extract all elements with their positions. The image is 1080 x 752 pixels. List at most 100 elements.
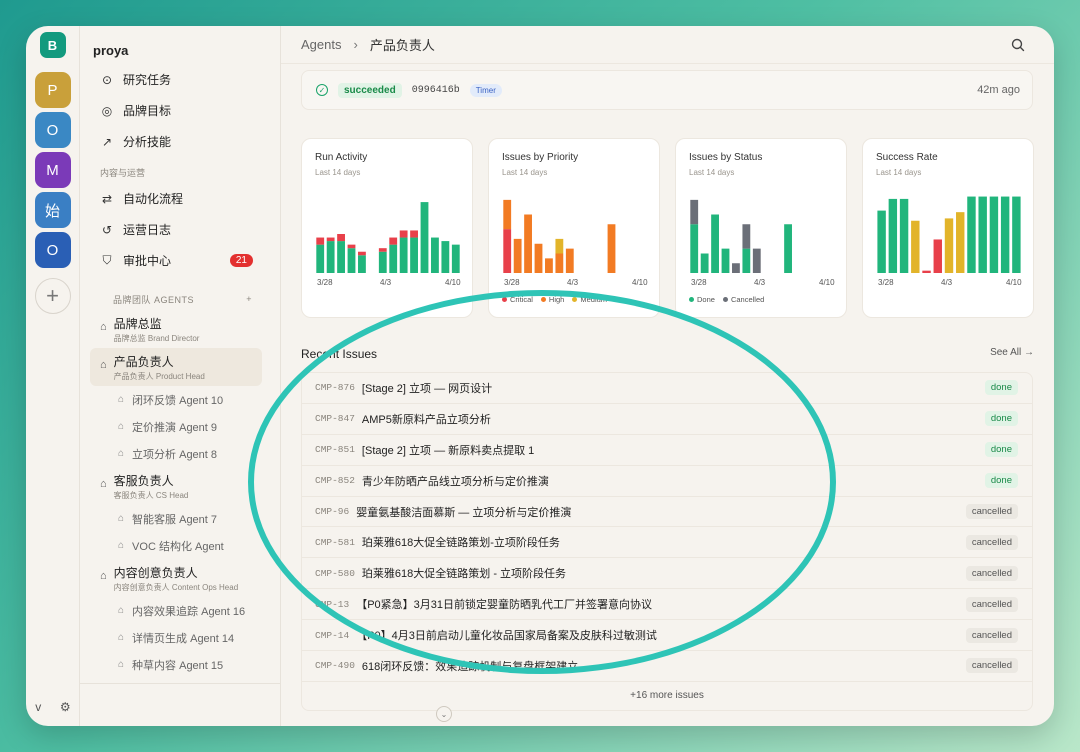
workspace-avatar[interactable]: 始 — [34, 192, 71, 228]
robot-icon: ⌂ — [118, 659, 125, 670]
issue-row[interactable]: CMP-851 [Stage 2] 立项 — 新原料卖点提取 1 done — [302, 435, 1032, 466]
chart-bar — [337, 241, 345, 273]
issue-row[interactable]: CMP-490 618闭环反馈：效果追踪机制与复盘框架建立 cancelled — [302, 651, 1032, 682]
issue-row[interactable]: CMP-847 AMP5新原料产品立项分析 done — [302, 404, 1032, 435]
issue-title: 618闭环反馈：效果追踪机制与复盘框架建立 — [361, 660, 579, 673]
issue-row[interactable]: CMP-876 [Stage 2] 立项 — 网页设计 done — [302, 373, 1032, 404]
check-circle-icon: ✓ — [316, 84, 328, 96]
agent-item[interactable]: ⌂ 客服负责人 客服负责人 CS Head — [80, 467, 280, 505]
workspace-avatar[interactable]: O — [34, 112, 71, 148]
sidebar: proya ⊙ 研究任务 ◎ 品牌目标 ↗ 分析技能 内容与运营 ⇄ 自动化流程 ↺ 运营日志 ⛉… — [80, 26, 281, 726]
recent-issues-title: Recent Issues — [301, 347, 378, 361]
agent-item[interactable]: ⌂ 产品负责人 产品负责人 Product Head — [90, 348, 262, 386]
sub-agent-item[interactable]: ⌂ 智能客服 Agent 7 — [80, 505, 280, 532]
sidebar-item[interactable]: ↗ 分析技能 — [80, 126, 280, 157]
sub-agent-item[interactable]: ⌂ 内容效果追踪 Agent 16 — [80, 597, 280, 624]
chart-bar — [326, 237, 335, 242]
workspace-avatar[interactable]: M — [34, 152, 71, 188]
sidebar-item[interactable]: ↺ 运营日志 — [80, 214, 280, 245]
run-time: 42m ago — [977, 84, 1020, 96]
workspace-switcher[interactable]: B — [39, 32, 66, 58]
sidebar-item-label: 审批中心 — [123, 254, 172, 268]
legend-item: High — [540, 295, 564, 304]
sidebar-item[interactable]: ⊙ 研究任务 — [80, 64, 280, 95]
sub-agent-label: 立项分析 Agent 8 — [132, 448, 218, 461]
chart-bar — [967, 196, 976, 273]
agent-item[interactable]: ⌂ 品牌总监 品牌总监 Brand Director — [80, 310, 280, 348]
issue-row[interactable]: CMP-852 青少年防晒产品线立项分析与定价推演 done — [302, 466, 1032, 497]
issue-id: CMP-581 — [315, 536, 355, 548]
chart-bar — [555, 238, 564, 254]
nav-icon: ↗ — [101, 134, 113, 149]
more-issues-link[interactable]: +16 more issues — [302, 682, 1032, 710]
add-agent-button[interactable]: + — [246, 294, 252, 304]
run-status-badge: succeeded — [338, 82, 402, 98]
breadcrumb-agents[interactable]: Agents — [301, 37, 341, 52]
robot-icon: ⌂ — [100, 359, 107, 371]
sidebar-item[interactable]: ⛉ 审批中心 21 — [80, 245, 280, 276]
chart-bar — [399, 230, 408, 238]
x-tick-label: 4/3 — [941, 278, 953, 287]
agent-text: 产品负责人 产品负责人 Product Head — [114, 353, 205, 382]
issue-id: CMP-14 — [315, 629, 350, 641]
issue-row[interactable]: CMP-580 珀莱雅618大促全链路策划 - 立项阶段任务 cancelled — [302, 558, 1032, 590]
see-all-link[interactable]: See All → — [990, 347, 1034, 358]
chart-bar — [399, 237, 408, 273]
nav-icon: ↺ — [101, 222, 113, 237]
robot-icon: ⌂ — [118, 513, 125, 524]
sidebar-item[interactable]: ◎ 品牌目标 — [80, 95, 280, 126]
agent-item[interactable]: ⌂ 内容创意负责人 内容创意负责人 Content Ops Head — [80, 559, 280, 597]
x-tick-label: 4/3 — [380, 278, 392, 287]
legend-item: Cancelled — [722, 295, 765, 304]
robot-icon: ⌂ — [118, 448, 125, 459]
settings-icon[interactable]: ⚙ — [60, 700, 71, 714]
sidebar-item[interactable]: ⇄ 自动化流程 — [80, 183, 280, 214]
chart-card: Issues by Status Last 14 days 3/28 4/3 4/10 D… — [675, 138, 847, 318]
chart-subtitle: Last 14 days — [502, 168, 548, 177]
org-name[interactable]: proya — [80, 36, 280, 64]
breadcrumb-separator: › — [353, 37, 358, 52]
sidebar-item-label: 自动化流程 — [123, 192, 184, 206]
robot-icon: ⌂ — [118, 605, 125, 616]
scroll-handle[interactable]: ⌄ — [436, 706, 452, 722]
status-badge: cancelled — [965, 534, 1018, 550]
sub-agent-item[interactable]: ⌂ 闭环反馈 Agent 10 — [80, 386, 280, 413]
workspace-avatar[interactable]: O — [34, 232, 71, 268]
legend-item: Done — [689, 295, 715, 304]
sub-agent-item[interactable]: ⌂ 立项分析 Agent 8 — [80, 440, 280, 467]
main-content: Agents › 产品负责人 ✓ succeeded 0996416b Time… — [281, 26, 1054, 726]
chart-bar — [700, 253, 709, 273]
issue-row[interactable]: CMP-14 【P0】4月3日前启动儿童化妆品国家局备案及皮肤科过敏测试 cance… — [302, 620, 1032, 652]
chart-bar — [358, 251, 366, 256]
robot-icon: ⌂ — [118, 421, 125, 432]
agent-name: 内容创意负责人 — [113, 566, 198, 580]
sub-agent-item[interactable]: ⌂ 种草内容 Agent 15 — [80, 651, 280, 678]
sub-agent-item[interactable]: ⌂ VOC 结构化 Agent — [80, 532, 280, 559]
chart-bar — [451, 244, 460, 273]
sub-agent-item[interactable]: ⌂ 定价推演 Agent 9 — [80, 413, 280, 440]
issue-title: 婴童氨基酸洁面慕斯 — 立项分析与定价推演 — [356, 506, 572, 519]
workspace-avatar[interactable]: P — [34, 72, 71, 108]
issue-row[interactable]: CMP-13 【P0紧急】3月31日前锁定婴童防晒乳代工厂并签署意向协议 cance… — [302, 589, 1032, 621]
chart-plot: 3/28 4/3 4/10 — [690, 199, 835, 287]
chart-subtitle: Last 14 days — [315, 168, 361, 177]
nav-icon: ⛉ — [102, 253, 112, 267]
issue-title: 青少年防晒产品线立项分析与定价推演 — [361, 475, 549, 488]
x-tick-label: 4/3 — [567, 278, 579, 287]
chart-plot: 3/28 4/3 4/10 — [877, 196, 1022, 287]
search-icon[interactable] — [1010, 37, 1026, 53]
chart-bar — [752, 248, 761, 273]
issue-row[interactable]: CMP-96 婴童氨基酸洁面慕斯 — 立项分析与定价推演 cancelled — [302, 497, 1032, 528]
x-tick-label: 4/10 — [445, 278, 461, 287]
collapse-button[interactable]: v — [35, 700, 41, 714]
count-badge: 21 — [229, 254, 253, 267]
agents-label: 品牌团队 AGENTS — [113, 294, 195, 305]
chart-bar — [899, 198, 909, 273]
legend-label: Cancelled — [730, 295, 765, 304]
sub-agent-item[interactable]: ⌂ 详情页生成 Agent 14 — [80, 624, 280, 651]
chart-bar — [420, 202, 429, 273]
issue-row[interactable]: CMP-581 珀莱雅618大促全链路策划-立项阶段任务 cancelled — [302, 527, 1032, 559]
latest-run-card[interactable]: ✓ succeeded 0996416b Timer 42m ago — [301, 70, 1033, 110]
legend-swatch — [540, 297, 546, 302]
add-workspace-button[interactable]: + — [34, 278, 71, 314]
